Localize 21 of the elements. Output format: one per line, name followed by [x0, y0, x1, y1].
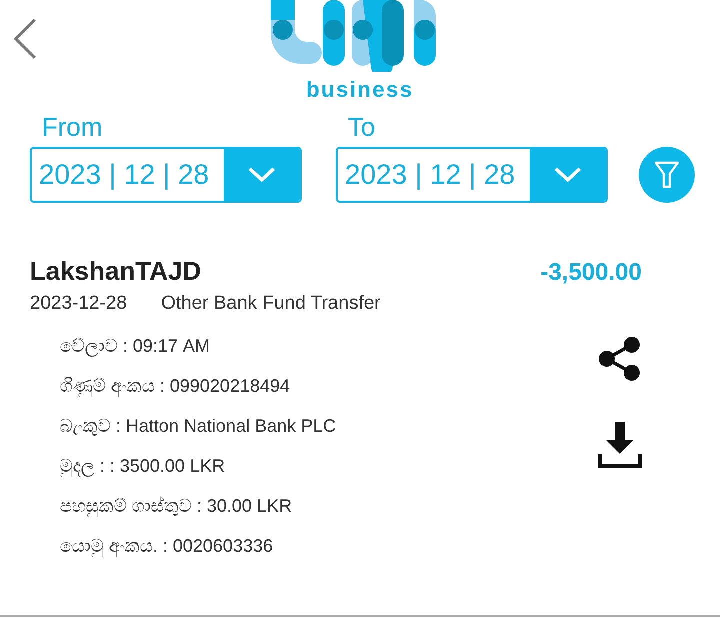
- back-button[interactable]: [11, 18, 39, 62]
- chevron-down-icon: [554, 167, 582, 183]
- field-label: To: [347, 112, 376, 143]
- transaction-date: 2023-12-28: [30, 293, 128, 315]
- date-dropdown[interactable]: 2023 | 12 | 28: [336, 147, 608, 203]
- detail-text: යොමු අංකය. : 0020603336: [60, 535, 274, 560]
- share-button[interactable]: [598, 336, 642, 382]
- logo-caption: business: [306, 77, 414, 103]
- date-dropdown[interactable]: 2023 | 12 | 28: [30, 147, 302, 203]
- amount: -3,500.00: [540, 258, 642, 287]
- transaction-type: Other Bank Fund Transfer: [161, 293, 381, 315]
- detail-text: පහසුකම් ගාස්තුව : 30.00 LKR: [60, 495, 294, 520]
- detail-text: මුදල : : 3500.00 LKR: [60, 455, 226, 480]
- detail-text: වේලාව : 09:17 AM: [60, 335, 212, 359]
- detail-text: බැංකුව : Hatton National Bank PLC: [60, 415, 336, 438]
- filter-icon: [654, 161, 680, 189]
- download-button[interactable]: [598, 422, 642, 468]
- detail-text: ගිණුම් අංකය : 099020218494: [60, 375, 292, 400]
- chevron-down-icon: [248, 167, 276, 183]
- payee-name: LakshanTAJD: [30, 256, 202, 286]
- field-label: From: [41, 112, 104, 143]
